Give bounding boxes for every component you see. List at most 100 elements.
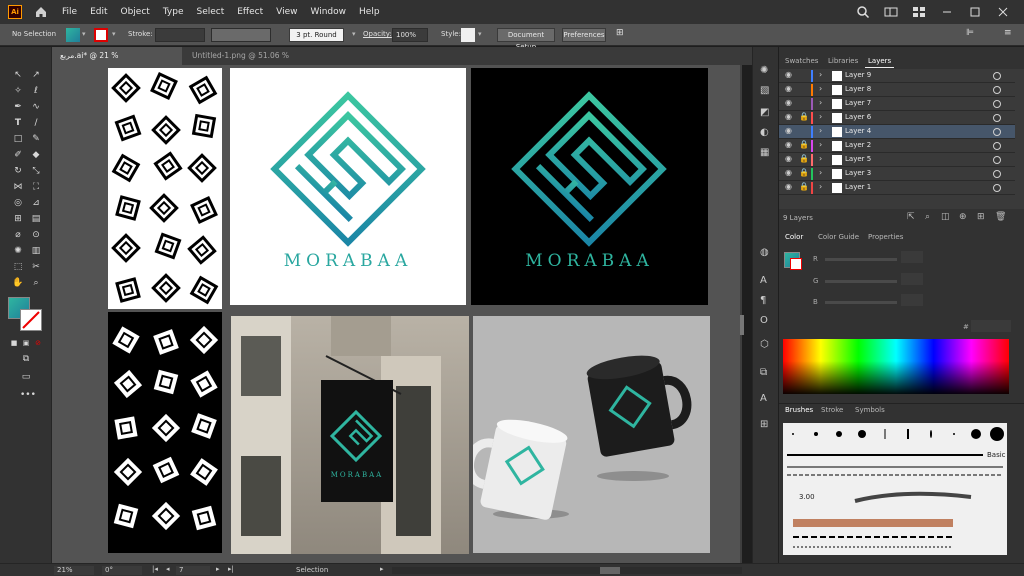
variable-width-profile[interactable] (211, 28, 271, 42)
target-circle-icon[interactable] (993, 156, 1001, 164)
target-circle-icon[interactable] (993, 100, 1001, 108)
close-icon[interactable] (996, 5, 1010, 19)
brush-definition[interactable]: 3 pt. Round (289, 28, 344, 42)
layer-name[interactable]: Layer 4 (845, 127, 871, 135)
menu-select[interactable]: Select (196, 7, 224, 17)
first-artboard-icon[interactable]: |◂ (152, 565, 158, 573)
draw-mode-icon[interactable]: ⧉ (20, 353, 32, 365)
tab-layers[interactable]: Layers (865, 55, 895, 68)
vertical-scroll-thumb[interactable] (740, 315, 744, 335)
artboard-number-field[interactable]: 7 (176, 566, 210, 575)
workspace-icon[interactable] (884, 5, 898, 19)
line-tool-icon[interactable]: / (30, 117, 42, 129)
lock-icon[interactable]: 🔒 (799, 140, 809, 149)
panel-menu-icon[interactable]: ≡ (1004, 28, 1012, 38)
target-circle-icon[interactable] (993, 184, 1001, 192)
layer-row[interactable]: ◉ 🔒 › Layer 6 (779, 111, 1015, 125)
search-icon[interactable] (856, 5, 870, 19)
eraser-tool-icon[interactable]: ◆ (30, 149, 42, 161)
layers-icon[interactable]: ◩ (760, 107, 772, 119)
none-mode-icon[interactable]: ⊘ (32, 337, 44, 349)
target-circle-icon[interactable] (993, 142, 1001, 150)
layer-row[interactable]: ◉ 🔒 › Layer 1 (779, 181, 1015, 195)
layer-name[interactable]: Layer 8 (845, 85, 871, 93)
more-tools-icon[interactable]: ••• (20, 389, 36, 401)
layer-name[interactable]: Layer 6 (845, 113, 871, 121)
scale-tool-icon[interactable]: ⤡ (30, 165, 42, 177)
home-icon[interactable] (34, 5, 48, 19)
tab-untitled-png[interactable]: Untitled-1.png @ 51.06 % (RGB/Preview)× (184, 47, 354, 78)
layer-name[interactable]: Layer 1 (845, 183, 871, 191)
channel-r-field[interactable] (901, 251, 923, 263)
screen-mode-icon[interactable]: ▭ (20, 371, 32, 383)
layer-name[interactable]: Layer 3 (845, 169, 871, 177)
horizontal-scrollbar[interactable] (392, 567, 742, 574)
channel-g-slider[interactable] (825, 280, 897, 283)
perspective-grid-icon[interactable]: ⊿ (30, 197, 42, 209)
stroke-dropdown-icon[interactable]: ▾ (112, 30, 116, 38)
visibility-eye-icon[interactable]: ◉ (785, 84, 792, 93)
sun-icon[interactable]: ✺ (760, 65, 772, 77)
stroke-swatch[interactable] (94, 28, 108, 42)
blend-tool-icon[interactable]: ⊙ (30, 229, 42, 241)
channel-g-field[interactable] (901, 273, 923, 285)
layer-row[interactable]: ◉ › Layer 4 (779, 125, 1015, 139)
type-tool-icon[interactable]: T (12, 117, 24, 129)
layer-row[interactable]: ◉ › Layer 7 (779, 97, 1015, 111)
tab-symbols[interactable]: Symbols (855, 406, 885, 414)
selection-tool-icon[interactable]: ↖ (12, 69, 24, 81)
prev-artboard-icon[interactable]: ◂ (166, 565, 170, 573)
target-circle-icon[interactable] (993, 170, 1001, 178)
preferences-button[interactable]: Preferences (562, 28, 606, 42)
opacity-field[interactable]: 100% (392, 28, 428, 42)
expand-chevron-icon[interactable]: › (819, 84, 822, 93)
glyphs-icon[interactable]: ⊞ (760, 419, 772, 431)
paintbrush-tool-icon[interactable]: ✎ (30, 133, 42, 145)
free-transform-icon[interactable]: ⛶ (30, 181, 42, 193)
shaper-tool-icon[interactable]: ✐ (12, 149, 24, 161)
vertical-scrollbar[interactable] (740, 65, 742, 563)
symbol-sprayer-icon[interactable]: ✺ (12, 245, 24, 257)
zoom-field[interactable]: 21% (54, 566, 94, 575)
direct-selection-tool-icon[interactable]: ↗ (30, 69, 42, 81)
expand-chevron-icon[interactable]: › (819, 168, 822, 177)
pathfinder-icon[interactable]: ⧉ (760, 367, 772, 379)
zoom-tool-icon[interactable]: ⌕ (30, 277, 42, 289)
export-icon[interactable]: ⇱ (907, 212, 915, 222)
shape-builder-icon[interactable]: ◎ (12, 197, 24, 209)
lock-icon[interactable]: 🔒 (799, 168, 809, 177)
new-sublayer-icon[interactable]: ⊕ (959, 212, 967, 222)
brush-dropdown-icon[interactable]: ▾ (352, 30, 356, 38)
lock-icon[interactable]: 🔒 (799, 182, 809, 191)
target-circle-icon[interactable] (993, 128, 1001, 136)
visibility-eye-icon[interactable]: ◉ (785, 140, 792, 149)
layer-row[interactable]: ◉ › Layer 8 (779, 83, 1015, 97)
hex-field[interactable] (971, 320, 1011, 332)
expand-chevron-icon[interactable]: › (819, 70, 822, 79)
style-swatch[interactable] (461, 28, 475, 42)
mesh-tool-icon[interactable]: ⊞ (12, 213, 24, 225)
canvas-area[interactable]: MORABAA MORABAA MORABAA (52, 65, 744, 563)
visibility-eye-icon[interactable]: ◉ (785, 154, 792, 163)
color-spectrum[interactable] (783, 339, 1009, 394)
layer-row[interactable]: ◉ 🔒 › Layer 2 (779, 139, 1015, 153)
layer-row[interactable]: ◉ 🔒 › Layer 5 (779, 153, 1015, 167)
tab-properties[interactable]: Properties (868, 233, 903, 241)
style-dropdown-icon[interactable]: ▾ (478, 30, 482, 38)
expand-chevron-icon[interactable]: › (819, 112, 822, 121)
color-mode-icon[interactable]: ■ (8, 337, 20, 349)
visibility-eye-icon[interactable]: ◉ (785, 98, 792, 107)
tab-color-guide[interactable]: Color Guide (818, 233, 859, 241)
target-circle-icon[interactable] (993, 86, 1001, 94)
magic-wand-icon[interactable]: ✧ (12, 85, 24, 97)
tab-brushes[interactable]: Brushes (785, 406, 813, 414)
color-icon[interactable]: ◍ (760, 247, 772, 259)
layer-name[interactable]: Layer 7 (845, 99, 871, 107)
opacity-label[interactable]: Opacity: (363, 30, 392, 38)
appearance-icon[interactable]: ◐ (760, 127, 772, 139)
horizontal-scroll-thumb[interactable] (600, 567, 620, 574)
target-circle-icon[interactable] (993, 114, 1001, 122)
rotate-tool-icon[interactable]: ↻ (12, 165, 24, 177)
fill-dropdown-icon[interactable]: ▾ (82, 30, 86, 38)
visibility-eye-icon[interactable]: ◉ (785, 126, 792, 135)
